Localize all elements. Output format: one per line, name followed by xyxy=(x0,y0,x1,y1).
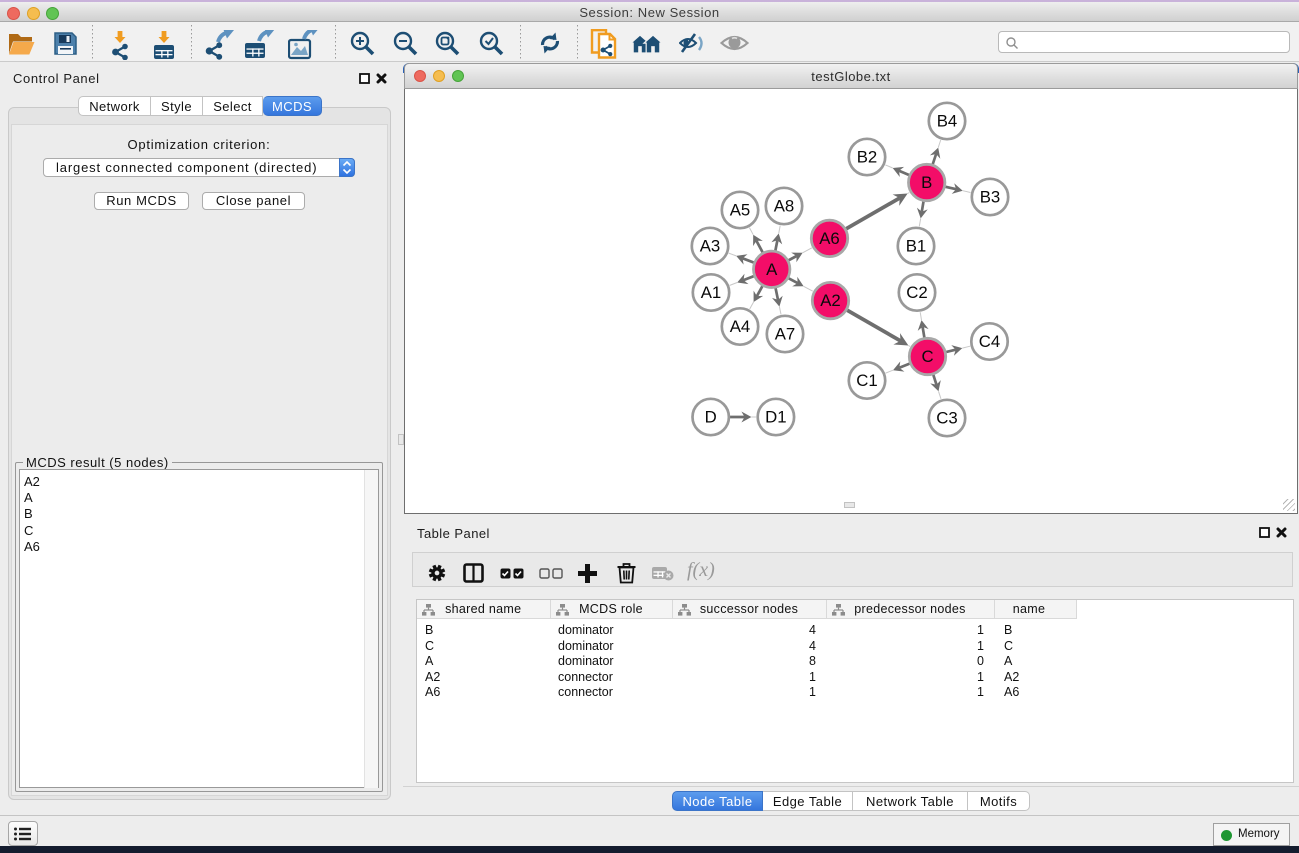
svg-text:A7: A7 xyxy=(775,325,796,344)
svg-text:C3: C3 xyxy=(936,409,957,428)
svg-text:C4: C4 xyxy=(979,332,1000,351)
svg-text:B3: B3 xyxy=(980,188,1001,207)
svg-text:B1: B1 xyxy=(906,237,927,256)
svg-text:A3: A3 xyxy=(700,237,721,256)
svg-text:A1: A1 xyxy=(701,283,722,302)
svg-text:A: A xyxy=(766,260,778,279)
svg-text:A4: A4 xyxy=(730,317,751,336)
svg-text:A6: A6 xyxy=(819,229,840,248)
svg-text:B4: B4 xyxy=(937,112,958,131)
svg-text:D: D xyxy=(705,408,717,427)
svg-text:C1: C1 xyxy=(856,371,877,390)
svg-text:D1: D1 xyxy=(765,408,786,427)
svg-text:B: B xyxy=(921,173,932,192)
svg-text:A2: A2 xyxy=(820,291,841,310)
svg-text:A8: A8 xyxy=(774,197,795,216)
svg-text:B2: B2 xyxy=(857,148,878,167)
svg-text:C2: C2 xyxy=(906,283,927,302)
svg-text:C: C xyxy=(921,347,933,366)
svg-text:A5: A5 xyxy=(730,201,751,220)
